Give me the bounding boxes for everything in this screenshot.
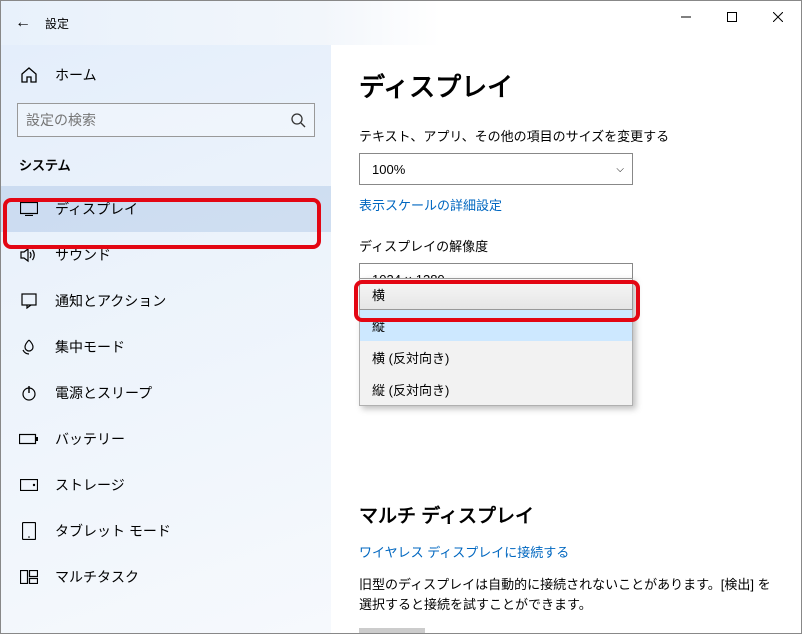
storage-icon (19, 479, 39, 491)
advanced-scale-link[interactable]: 表示スケールの詳細設定 (359, 195, 502, 214)
nav-tablet-label: タブレット モード (55, 521, 171, 541)
multi-display-heading: マルチ ディスプレイ (359, 501, 771, 528)
search-input[interactable] (26, 112, 290, 128)
nav-multitask[interactable]: マルチタスク (1, 554, 331, 600)
detect-button[interactable]: 検出 (359, 628, 425, 633)
nav-multitask-label: マルチタスク (55, 567, 139, 587)
sound-icon (19, 247, 39, 263)
orientation-option-landscape[interactable]: 横 (359, 278, 633, 310)
close-button[interactable] (755, 1, 801, 33)
search-box[interactable] (17, 103, 315, 137)
multi-display-desc: 旧型のディスプレイは自動的に接続されないことがあります。[検出] を選択すると接… (359, 575, 771, 614)
back-button[interactable]: ← (1, 14, 45, 32)
focus-icon (19, 339, 39, 355)
power-icon (19, 385, 39, 401)
orientation-option-portrait-flipped[interactable]: 縦 (反対向き) (360, 373, 632, 405)
resolution-label: ディスプレイの解像度 (359, 236, 771, 255)
window-title: 設定 (45, 15, 69, 32)
tablet-icon (19, 522, 39, 540)
maximize-button[interactable] (709, 1, 755, 33)
section-label: システム (1, 147, 331, 180)
scale-label: テキスト、アプリ、その他の項目のサイズを変更する (359, 126, 771, 145)
nav-display-label: ディスプレイ (55, 199, 138, 219)
scale-value: 100% (372, 162, 405, 177)
sidebar: ホーム システム ディスプレイ サウンド 通知とアクション 集中モード (1, 45, 331, 633)
home-icon (19, 66, 39, 84)
nav-sound-label: サウンド (55, 245, 111, 265)
nav-storage-label: ストレージ (55, 475, 125, 495)
nav-notifications-label: 通知とアクション (55, 291, 166, 311)
orientation-option-portrait[interactable]: 縦 (360, 309, 632, 341)
home-nav[interactable]: ホーム (1, 55, 331, 95)
orientation-option-landscape-flipped[interactable]: 横 (反対向き) (360, 341, 632, 373)
notification-icon (19, 293, 39, 309)
content-pane: ディスプレイ テキスト、アプリ、その他の項目のサイズを変更する 100% ⌵ 表… (331, 45, 801, 633)
home-label: ホーム (55, 65, 97, 85)
nav-focus-label: 集中モード (55, 337, 125, 357)
nav-power-label: 電源とスリープ (55, 383, 152, 403)
display-icon (19, 202, 39, 216)
nav-power[interactable]: 電源とスリープ (1, 370, 331, 416)
battery-icon (19, 433, 39, 445)
chevron-down-icon: ⌵ (616, 164, 624, 175)
nav-sound[interactable]: サウンド (1, 232, 331, 278)
nav-display[interactable]: ディスプレイ (1, 186, 331, 232)
minimize-button[interactable] (663, 1, 709, 33)
scale-select[interactable]: 100% ⌵ (359, 153, 633, 185)
nav-focus[interactable]: 集中モード (1, 324, 331, 370)
nav-notifications[interactable]: 通知とアクション (1, 278, 331, 324)
nav-battery[interactable]: バッテリー (1, 416, 331, 462)
page-heading: ディスプレイ (359, 67, 771, 104)
orientation-dropdown: 横 縦 横 (反対向き) 縦 (反対向き) (359, 278, 633, 406)
wireless-display-link[interactable]: ワイヤレス ディスプレイに接続する (359, 542, 569, 561)
titlebar: ← 設定 (1, 1, 801, 45)
multitask-icon (19, 570, 39, 584)
search-icon (290, 112, 306, 128)
nav-battery-label: バッテリー (55, 429, 125, 449)
nav-storage[interactable]: ストレージ (1, 462, 331, 508)
nav-tablet[interactable]: タブレット モード (1, 508, 331, 554)
